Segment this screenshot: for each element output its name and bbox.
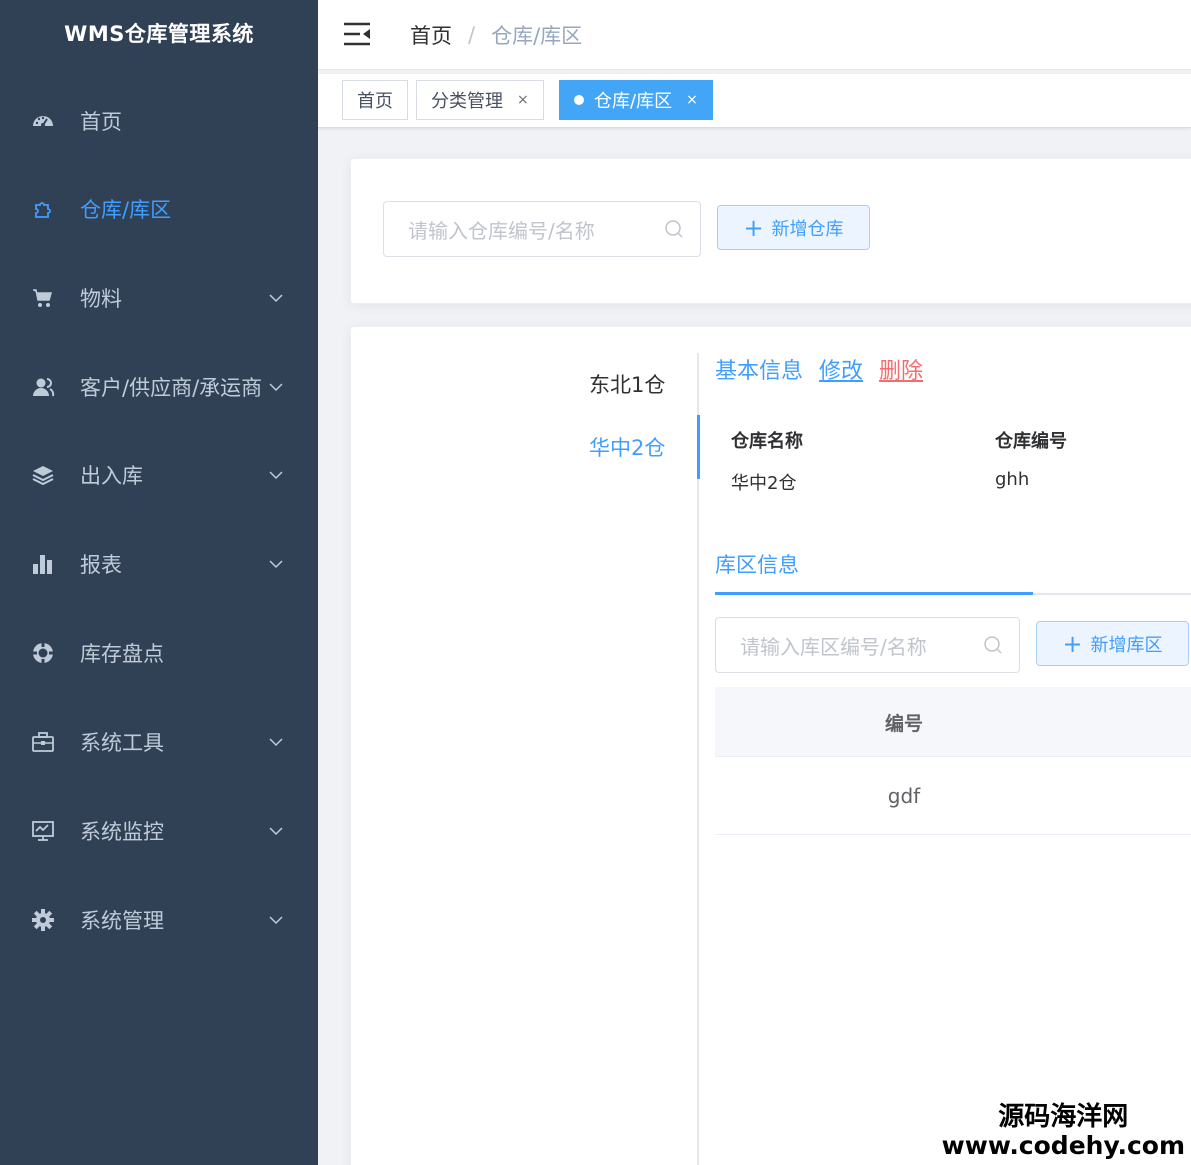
tag-warehouse[interactable]: 仓库/库区 × xyxy=(559,80,713,120)
chevron-down-icon xyxy=(268,734,284,750)
sidebar-item-home[interactable]: 首页 xyxy=(0,76,318,165)
sidebar-item-stocktake[interactable]: 库存盘点 xyxy=(0,608,318,697)
warehouse-item-selected[interactable]: 华中2仓 xyxy=(589,432,665,462)
close-icon[interactable]: × xyxy=(517,92,529,108)
zone-table: 编号 gdf xyxy=(715,687,1191,835)
sidebar-item-label: 库存盘点 xyxy=(80,641,164,666)
sidebar-item-label: 仓库/库区 xyxy=(80,197,172,222)
sidebar-item-label: 物料 xyxy=(80,286,122,311)
tags-view: 首页 分类管理 × 仓库/库区 × xyxy=(318,74,1191,128)
warehouse-name-label: 仓库名称 xyxy=(731,431,803,452)
tab-active-bar xyxy=(715,592,1033,595)
sidebar-item-warehouse[interactable]: 仓库/库区 xyxy=(0,164,318,253)
breadcrumb: 首页 / 仓库/库区 xyxy=(410,20,582,50)
warehouse-code-label: 仓库编号 xyxy=(995,431,1067,452)
chevron-down-icon xyxy=(268,379,284,395)
delete-link[interactable]: 删除 xyxy=(879,353,923,385)
watermark: 源码海洋网 www.codehy.com xyxy=(942,1103,1185,1159)
hamburger-menu-icon[interactable] xyxy=(342,20,372,48)
sidebar-item-label: 首页 xyxy=(80,109,122,134)
zone-tabs: 库区信息 xyxy=(715,545,1191,595)
basic-info-header: 基本信息 修改 删除 xyxy=(715,353,923,385)
table-row[interactable]: gdf xyxy=(715,757,1191,835)
sidebar-item-partners[interactable]: 客户/供应商/承运商 xyxy=(0,342,318,431)
basic-info-title: 基本信息 xyxy=(715,359,804,384)
plus-icon: + xyxy=(1062,629,1083,658)
chevron-down-icon xyxy=(268,912,284,928)
close-icon[interactable]: × xyxy=(686,92,698,108)
add-zone-label: 新增库区 xyxy=(1090,634,1163,656)
watermark-line2: www.codehy.com xyxy=(941,1130,1185,1160)
gear-icon xyxy=(30,907,56,933)
table-header: 编号 xyxy=(715,687,1191,757)
tag-home[interactable]: 首页 xyxy=(342,80,408,120)
table-cell: gdf xyxy=(887,784,921,808)
sidebar-item-label: 客户/供应商/承运商 xyxy=(80,375,263,400)
breadcrumb-current: 仓库/库区 xyxy=(491,24,583,48)
warehouse-item[interactable]: 东北1仓 xyxy=(589,369,665,399)
tag-label: 首页 xyxy=(357,91,393,112)
warehouse-code-value: ghh xyxy=(995,469,1030,490)
edit-link[interactable]: 修改 xyxy=(819,353,863,385)
bar-chart-icon xyxy=(30,551,56,577)
main-card: 东北1仓 华中2仓 基本信息 修改 删除 仓库名称 华中2仓 仓库编号 ghh … xyxy=(350,326,1191,1165)
app-title: WMS仓库管理系统 xyxy=(64,22,254,46)
warehouse-search-input[interactable]: 请输入仓库编号/名称 xyxy=(383,201,701,257)
add-warehouse-label: 新增仓库 xyxy=(771,218,844,240)
lifebuoy-icon xyxy=(30,640,56,666)
chevron-down-icon xyxy=(268,823,284,839)
sidebar-item-system[interactable]: 系统管理 xyxy=(0,875,318,964)
search-icon xyxy=(662,217,686,241)
add-warehouse-button[interactable]: + 新增仓库 xyxy=(717,205,870,250)
search-placeholder: 请输入库区编号/名称 xyxy=(740,634,927,659)
sidebar-item-inout[interactable]: 出入库 xyxy=(0,430,318,519)
sidebar-item-label: 系统工具 xyxy=(80,730,164,755)
plus-icon: + xyxy=(743,213,764,242)
zone-search-input[interactable]: 请输入库区编号/名称 xyxy=(715,617,1020,673)
tag-label: 分类管理 xyxy=(431,91,503,112)
search-placeholder: 请输入仓库编号/名称 xyxy=(408,218,595,243)
puzzle-icon xyxy=(30,196,56,222)
toolbox-icon xyxy=(30,729,56,755)
sidebar-item-monitor[interactable]: 系统监控 xyxy=(0,786,318,875)
watermark-line1: 源码海洋网 xyxy=(998,1101,1129,1132)
column-header-code[interactable]: 编号 xyxy=(715,687,1093,757)
navbar: 首页 / 仓库/库区 xyxy=(318,0,1191,70)
sidebar-item-tools[interactable]: 系统工具 xyxy=(0,697,318,786)
active-dot-icon xyxy=(574,95,584,105)
add-zone-button[interactable]: + 新增库区 xyxy=(1036,621,1189,666)
chevron-down-icon xyxy=(268,290,284,306)
search-icon xyxy=(981,633,1005,657)
chevron-down-icon xyxy=(268,556,284,572)
sidebar-item-reports[interactable]: 报表 xyxy=(0,519,318,608)
chevron-down-icon xyxy=(268,467,284,483)
sidebar-item-label: 系统监控 xyxy=(80,819,164,844)
breadcrumb-separator: / xyxy=(468,23,476,47)
sidebar: WMS仓库管理系统 首页 仓库/库区 物料 客户/供应商/承运商 出入库 报表 … xyxy=(0,0,318,1165)
tag-category[interactable]: 分类管理 × xyxy=(416,80,544,120)
people-icon xyxy=(30,374,56,400)
active-indicator xyxy=(697,415,700,479)
layers-icon xyxy=(30,462,56,488)
warehouse-name-value: 华中2仓 xyxy=(731,473,797,494)
dashboard-icon xyxy=(30,108,56,134)
sidebar-item-label: 系统管理 xyxy=(80,908,164,933)
sidebar-item-label: 出入库 xyxy=(80,463,143,488)
cart-icon xyxy=(30,285,56,311)
search-card: 请输入仓库编号/名称 + 新增仓库 xyxy=(350,158,1191,304)
tag-label: 仓库/库区 xyxy=(594,91,673,112)
sidebar-item-material[interactable]: 物料 xyxy=(0,253,318,342)
breadcrumb-home[interactable]: 首页 xyxy=(410,20,452,50)
tab-zone-info[interactable]: 库区信息 xyxy=(715,549,799,579)
sidebar-item-label: 报表 xyxy=(80,552,122,577)
monitor-icon xyxy=(30,818,56,844)
